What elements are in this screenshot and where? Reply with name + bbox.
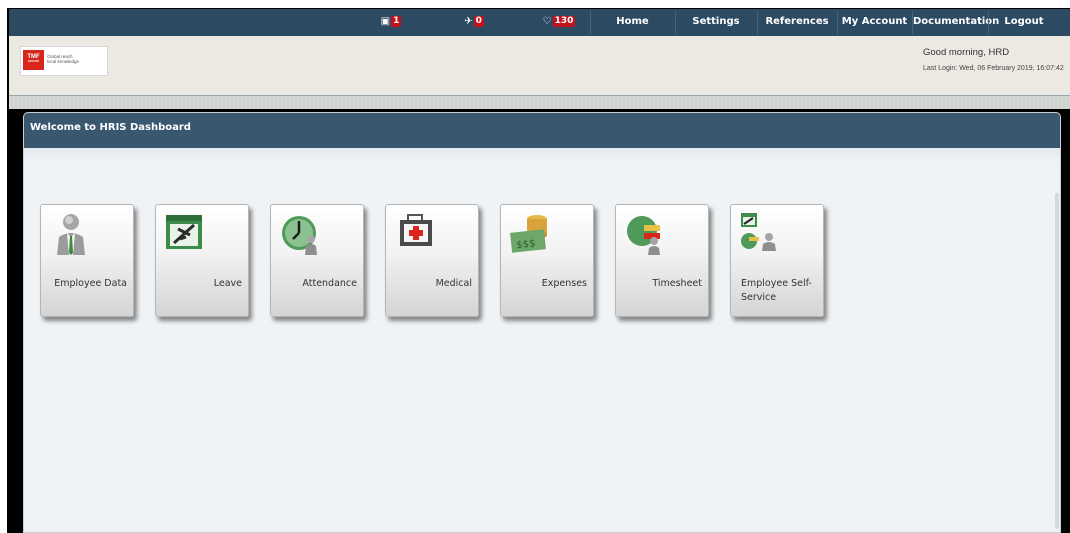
person-icon (57, 214, 85, 255)
header-band: TMF GROUP Global reach local knowledge G… (9, 36, 1070, 96)
tile-label: Attendance (302, 278, 357, 289)
tile-label: Timesheet (652, 278, 702, 289)
tile-label: Employee Data (54, 278, 127, 289)
panel-title: Welcome to HRIS Dashboard (24, 113, 1060, 148)
tile-timesheet[interactable]: Timesheet (615, 204, 709, 317)
flights-badge: 0 (473, 16, 484, 27)
nav-logout[interactable]: Logout (989, 9, 1059, 36)
bell-icon: ♡ (542, 16, 552, 27)
dashboard-panel: Welcome to HRIS Dashboard (23, 112, 1061, 533)
logo-tagline: Global reach local knowledge (47, 54, 80, 64)
top-nav: ▣ 1 ✈ 0 ♡ 130 Home Settings References My A… (9, 9, 1070, 36)
ticket-icon: ▣ (380, 16, 391, 27)
tile-label: Expenses (541, 278, 587, 289)
nav-references[interactable]: References (758, 9, 836, 36)
airplane-icon: ✈ (464, 16, 473, 27)
medical-kit-icon (400, 214, 432, 246)
nav-home[interactable]: Home (591, 9, 674, 36)
tile-label: Leave (213, 278, 242, 289)
last-login-text: Last Login: Wed, 06 February 2019, 16:07… (923, 65, 1064, 72)
scrollbar[interactable] (1055, 193, 1059, 529)
notifications-badge: 130 (552, 16, 576, 27)
nav-flights[interactable]: ✈ 0 (452, 9, 496, 36)
tile-leave[interactable]: Leave (155, 204, 249, 317)
money-icon: $$$ (510, 215, 547, 253)
nav-my-account[interactable]: My Account (838, 9, 911, 36)
logo-mark: TMF GROUP (23, 50, 44, 70)
tile-employee-self-service[interactable]: Employee Self-Service (730, 204, 824, 317)
tickets-badge: 1 (391, 16, 402, 27)
nav-documentation[interactable]: Documentation (913, 9, 999, 36)
tile-label: Employee Self-Service (741, 278, 812, 303)
company-logo[interactable]: TMF GROUP Global reach local knowledge (20, 46, 108, 76)
nav-notifications[interactable]: ♡ 130 (529, 9, 589, 36)
decorative-band (9, 96, 1070, 109)
greeting-text: Good morning, HRD (923, 47, 1010, 58)
nav-tickets[interactable]: ▣ 1 (369, 9, 413, 36)
nav-settings[interactable]: Settings (676, 9, 756, 36)
tile-expenses[interactable]: $$$ Expenses (500, 204, 594, 317)
svg-text:$$$: $$$ (516, 238, 536, 251)
timesheet-icon (627, 216, 660, 255)
tile-label: Medical (435, 278, 472, 289)
leave-plane-icon (166, 215, 202, 249)
tile-medical[interactable]: Medical (385, 204, 479, 317)
tile-employee-data[interactable]: Employee Data (40, 204, 134, 317)
clock-person-icon (282, 216, 317, 255)
tile-attendance[interactable]: Attendance (270, 204, 364, 317)
self-service-icon (741, 213, 776, 251)
